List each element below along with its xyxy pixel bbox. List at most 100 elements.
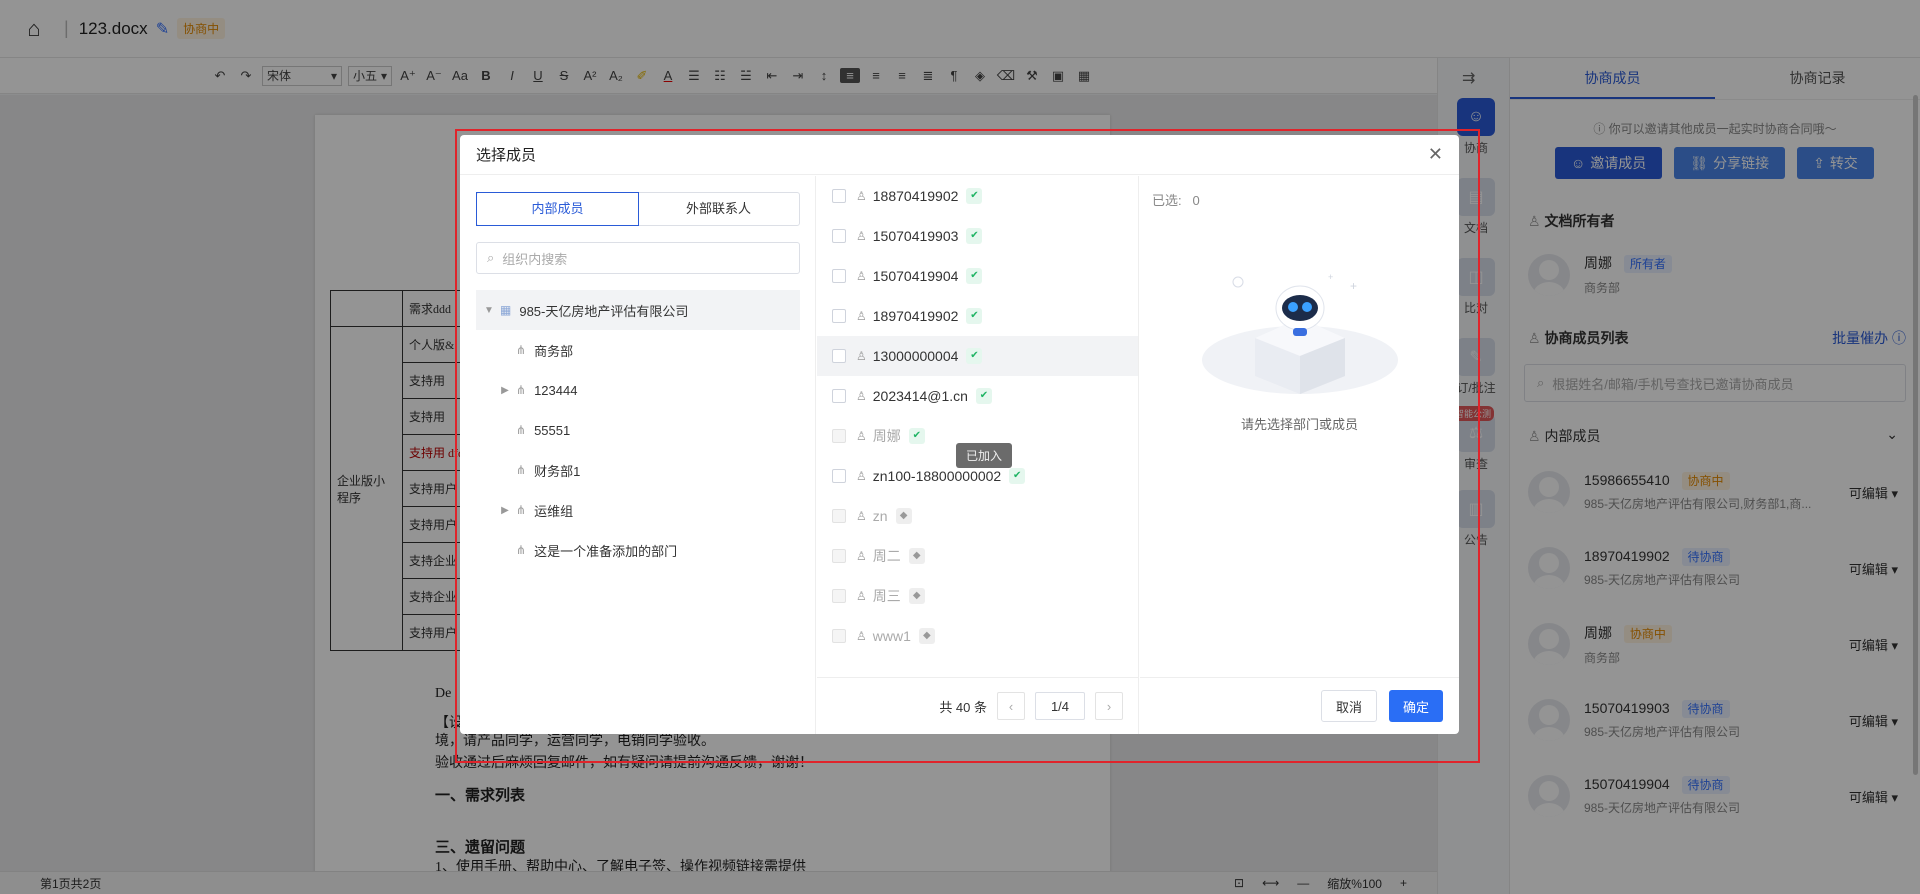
verified-shield-icon: ✔: [966, 348, 983, 364]
member-checkbox[interactable]: [832, 229, 846, 243]
member-option[interactable]: ♙ 13000000004 ✔: [817, 336, 1138, 376]
person-icon: ♙: [856, 189, 867, 203]
tree-node-label: 运维组: [534, 503, 574, 519]
unverified-shield-icon: ◆: [895, 508, 912, 524]
member-type-tabs: 内部成员 外部联系人: [476, 192, 800, 226]
pagination: 共 40 条 ‹ 1/4 ›: [817, 677, 1139, 734]
verified-shield-icon: ✔: [975, 388, 992, 404]
member-option-name: 18970419902: [872, 308, 959, 324]
member-checkbox[interactable]: [832, 389, 846, 403]
member-checkbox[interactable]: [832, 349, 846, 363]
tree-node-root[interactable]: ▼ ▦ 985-天亿房地产评估有限公司: [476, 290, 800, 330]
unverified-shield-icon: ◆: [908, 588, 925, 604]
org-chart-icon: ⋔: [516, 423, 527, 437]
member-checkbox[interactable]: [832, 269, 846, 283]
member-option[interactable]: ♙ 周三 ◆: [817, 576, 1138, 616]
org-search-input[interactable]: ⌕ 组织内搜索: [476, 242, 800, 274]
tree-node[interactable]: ⋔ 商务部: [476, 330, 800, 370]
member-option[interactable]: ♙ 18970419902 ✔: [817, 296, 1138, 336]
tree-node-label: 这是一个准备添加的部门: [534, 543, 678, 559]
next-page-button[interactable]: ›: [1095, 692, 1123, 720]
person-icon: ♙: [856, 349, 867, 363]
member-option-name: 周二: [872, 548, 901, 564]
caret-down-icon[interactable]: ▼: [482, 305, 496, 316]
member-option[interactable]: ♙ 周二 ◆: [817, 536, 1138, 576]
member-checkbox[interactable]: [832, 189, 846, 203]
tree-node[interactable]: ⋔ 这是一个准备添加的部门: [476, 530, 800, 570]
cancel-button[interactable]: 取消: [1320, 690, 1377, 722]
person-icon: ♙: [856, 549, 867, 563]
person-icon: ♙: [856, 389, 867, 403]
member-option-name: 周三: [872, 588, 901, 604]
member-checkbox[interactable]: [832, 629, 846, 643]
member-checkbox[interactable]: [832, 509, 846, 523]
close-icon[interactable]: ✕: [1428, 144, 1443, 165]
member-option[interactable]: ♙ www1 ◆: [817, 616, 1138, 656]
dialog-header: 选择成员 ✕: [460, 135, 1459, 175]
tree-node[interactable]: ▶ ⋔ 123444: [476, 370, 800, 410]
member-option[interactable]: ♙ 2023414@1.cn ✔: [817, 376, 1138, 416]
empty-hint: 请先选择部门或成员: [1240, 417, 1358, 432]
dialog-footer: 取消 确定: [1140, 677, 1459, 734]
member-option[interactable]: ♙ 15070419904 ✔: [817, 256, 1138, 296]
member-checkbox[interactable]: [832, 589, 846, 603]
prev-page-button[interactable]: ‹: [997, 692, 1025, 720]
search-icon: ⌕: [487, 250, 495, 265]
member-checkbox[interactable]: [832, 469, 846, 483]
building-icon: ▦: [500, 303, 512, 317]
tree-node[interactable]: ⋔ 财务部1: [476, 450, 800, 490]
tab-internal-members[interactable]: 内部成员: [476, 192, 639, 226]
joined-tooltip: 已加入: [956, 443, 1013, 468]
confirm-button[interactable]: 确定: [1388, 690, 1443, 722]
unverified-shield-icon: ◆: [918, 628, 935, 644]
verified-shield-icon: ✔: [908, 428, 925, 444]
member-option-name: 周娜: [872, 428, 901, 444]
caret-right-icon[interactable]: ▶: [498, 505, 512, 516]
tree-node-label: 985-天亿房地产评估有限公司: [519, 303, 689, 319]
app-root: ⌂ | 123.docx ✎ 协商中 ↶ ↷ 宋体 ▾ 小五 ▾ A⁺ A⁻ Aa …: [0, 0, 1920, 894]
org-chart-icon: ⋔: [516, 343, 527, 357]
member-option-name: 15070419904: [872, 268, 959, 284]
org-tree: ▼ ▦ 985-天亿房地产评估有限公司 ⋔ 商务部 ▶ ⋔ 123444 ⋔ 55551 ⋔ 财务部1…: [476, 290, 800, 570]
member-option-name: www1: [872, 628, 911, 644]
select-member-dialog: 选择成员 ✕ 内部成员 外部联系人 ⌕ 组织内搜索 ▼ ▦ 985-天亿房地产评估有限…: [460, 135, 1459, 734]
unverified-shield-icon: ◆: [908, 548, 925, 564]
verified-shield-icon: ✔: [966, 228, 983, 244]
member-checkbox[interactable]: [832, 309, 846, 323]
verified-shield-icon: ✔: [966, 268, 983, 284]
tree-node-label: 商务部: [534, 343, 574, 359]
dialog-org-pane: 内部成员 外部联系人 ⌕ 组织内搜索 ▼ ▦ 985-天亿房地产评估有限公司 ⋔ 商务部 ▶…: [460, 176, 816, 734]
member-option-name: 13000000004: [872, 348, 959, 364]
page-indicator[interactable]: 1/4: [1035, 692, 1085, 720]
person-icon: ♙: [856, 589, 867, 603]
person-icon: ♙: [856, 229, 867, 243]
tree-node[interactable]: ⋔ 55551: [476, 410, 800, 450]
person-icon: ♙: [856, 469, 867, 483]
dialog-selected-pane: 已选: 0 + + 请先选择部门或成员 取消 确定: [1140, 176, 1459, 734]
member-option[interactable]: ♙ zn ◆: [817, 496, 1138, 536]
caret-right-icon[interactable]: ▶: [498, 385, 512, 396]
verified-shield-icon: ✔: [966, 188, 983, 204]
tree-node-label: 55551: [534, 422, 571, 438]
member-option-name: 2023414@1.cn: [872, 388, 968, 404]
member-checkbox[interactable]: [832, 429, 846, 443]
svg-text:+: +: [1328, 272, 1333, 282]
member-checkbox[interactable]: [832, 549, 846, 563]
member-option-name: zn: [872, 508, 888, 524]
verified-shield-icon: ✔: [966, 308, 983, 324]
tab-external-contacts[interactable]: 外部联系人: [638, 193, 799, 225]
total-count: 共 40 条: [939, 699, 987, 715]
dialog-title: 选择成员: [476, 147, 537, 164]
person-icon: ♙: [856, 309, 867, 323]
svg-text:+: +: [1350, 279, 1357, 293]
selected-count: 已选: 0: [1152, 190, 1200, 209]
person-icon: ♙: [856, 429, 867, 443]
member-option[interactable]: ♙ 15070419903 ✔: [817, 216, 1138, 256]
org-chart-icon: ⋔: [516, 383, 527, 397]
member-option-name: zn100-18800000002: [872, 468, 1002, 484]
member-option[interactable]: ♙ 18870419902 ✔: [817, 176, 1138, 216]
dialog-member-pane: ♙ 18870419902 ✔ ♙ 15070419903 ✔ ♙ 15070419904 ✔ ♙…: [817, 176, 1139, 734]
org-chart-icon: ⋔: [516, 463, 527, 477]
tree-node[interactable]: ▶ ⋔ 运维组: [476, 490, 800, 530]
org-search-placeholder: 组织内搜索: [502, 251, 568, 267]
